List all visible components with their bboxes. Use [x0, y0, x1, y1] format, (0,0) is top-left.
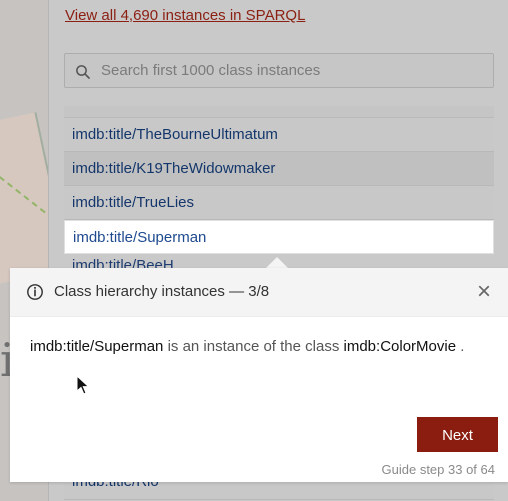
list-item[interactable]: imdb:title/TheBourneUltimatum [64, 118, 494, 152]
message-ending: . [460, 338, 465, 355]
guide-step-counter: Guide step 33 of 64 [381, 462, 495, 477]
app-screen: i View all 4,690 instances in SPARQL imd… [0, 0, 508, 501]
instance-term: imdb:title/Superman [30, 338, 164, 355]
popover-message: imdb:title/Superman is an instance of th… [30, 337, 500, 357]
view-all-in-sparql-link[interactable]: View all 4,690 instances in SPARQL [65, 6, 305, 26]
list-top-edge [64, 106, 494, 118]
close-button[interactable]: × [474, 278, 494, 306]
list-item[interactable]: imdb:title/K19TheWidowmaker [64, 152, 494, 186]
next-button[interactable]: Next [417, 417, 498, 452]
list-item-selected[interactable]: imdb:title/Superman [64, 220, 494, 254]
popover-title: Class hierarchy instances — 3/8 [54, 283, 270, 300]
close-icon: × [476, 278, 491, 305]
mouse-pointer-icon [76, 375, 90, 395]
instance-search-input[interactable] [101, 54, 489, 87]
instance-search-box[interactable] [64, 53, 494, 88]
search-icon [76, 65, 90, 79]
info-icon [27, 284, 43, 300]
list-item[interactable]: imdb:title/TrueLies [64, 186, 494, 220]
popover-header: Class hierarchy instances — 3/8 × [10, 268, 508, 317]
message-text: is an instance of the class [167, 338, 344, 355]
class-term: imdb:ColorMovie [343, 338, 457, 355]
popover-pointer [266, 257, 288, 268]
